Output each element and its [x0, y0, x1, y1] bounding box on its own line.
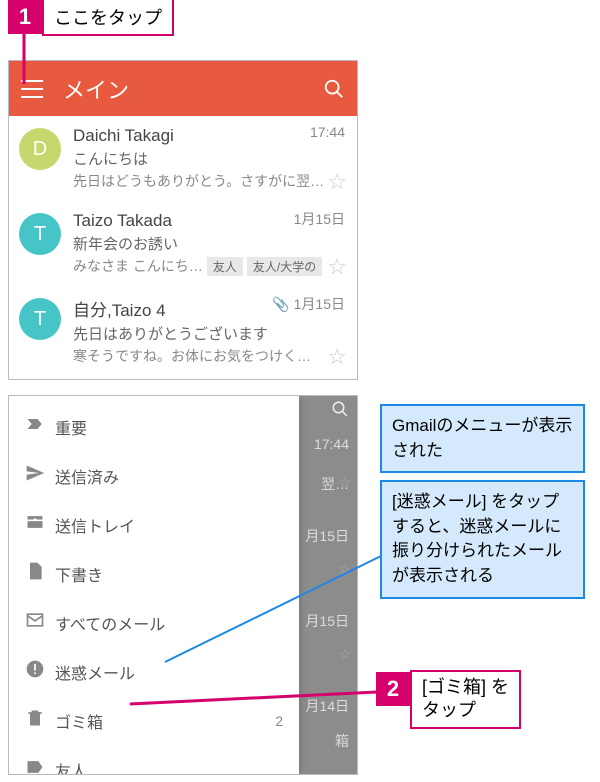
star-icon[interactable]: ☆ — [327, 254, 347, 280]
phone-inbox: メイン D Daichi Takagiこんにちは先日はどうもありがとう。さすがに翌… — [8, 60, 358, 380]
important-icon — [25, 414, 55, 439]
bg-text: 月15日 — [305, 526, 349, 546]
drawer-item-label: 送信トレイ — [55, 513, 283, 537]
email-subject: こんにちは — [73, 148, 345, 169]
attachment-icon: 📎 — [272, 296, 289, 312]
avatar: T — [19, 213, 61, 255]
connector-line-spam — [165, 556, 383, 656]
connector-line-2 — [130, 690, 380, 710]
drafts-icon — [25, 561, 55, 586]
star-icon[interactable]: ☆ — [327, 344, 347, 370]
bg-search-icon — [331, 400, 349, 421]
app-bar-title: メイン — [63, 73, 323, 105]
star-icon: ☆ — [338, 474, 351, 491]
search-icon[interactable] — [323, 78, 345, 100]
outbox-icon — [25, 512, 55, 537]
app-bar: メイン — [9, 61, 357, 116]
email-list: DDaichi Takagiこんにちは先日はどうもありがとう。さすがに翌…17:… — [9, 116, 357, 376]
star-icon[interactable]: ☆ — [327, 169, 347, 195]
label-chip: 友人/大学の — [247, 257, 322, 276]
label-chip: 友人 — [207, 257, 243, 276]
avatar: D — [19, 128, 61, 170]
email-date: 1月15日 — [294, 211, 345, 227]
email-preview: みなさま こんにち…友人友人/大学の — [73, 256, 345, 276]
email-meta: 📎 1月15日 — [272, 294, 345, 314]
email-preview: 寒そうですね。お体にお気をつけく… — [73, 346, 345, 366]
email-body: Daichi Takagiこんにちは先日はどうもありがとう。さすがに翌… — [73, 126, 345, 191]
drawer-item-sent[interactable]: 送信済み — [9, 451, 299, 500]
email-date: 1月15日 — [294, 296, 345, 312]
drawer-item-label: 迷惑メール — [55, 660, 283, 684]
trash-icon — [25, 708, 55, 733]
drawer-item-label: ゴミ箱 — [55, 709, 275, 733]
email-row[interactable]: DDaichi Takagiこんにちは先日はどうもありがとう。さすがに翌…17:… — [9, 116, 357, 201]
email-meta: 17:44 — [310, 124, 345, 140]
email-row[interactable]: T自分,Taizo 4先日はありがとうございます寒そうですね。お体にお気をつけく… — [9, 286, 357, 376]
email-sender: Daichi Takagi — [73, 126, 345, 146]
step-1-callout: ここをタップ — [42, 0, 174, 36]
sent-icon — [25, 463, 55, 488]
info-box-menu-shown: Gmailのメニューが表示された — [380, 404, 585, 473]
info-box-spam: [迷惑メール] をタップすると、迷惑メールに振り分けられたメールが表示される — [380, 480, 585, 599]
email-row[interactable]: TTaizo Takada新年会のお誘いみなさま こんにち…友人友人/大学の1月… — [9, 201, 357, 286]
email-meta: 1月15日 — [294, 209, 345, 229]
drawer-item-important[interactable]: 重要 — [9, 402, 299, 451]
drawer-item-outbox[interactable]: 送信トレイ — [9, 500, 299, 549]
drawer-item-label: 重要 — [55, 415, 283, 439]
email-subject: 先日はありがとうございます — [73, 323, 345, 344]
email-preview: 先日はどうもありがとう。さすがに翌… — [73, 171, 345, 191]
email-date: 17:44 — [310, 124, 345, 140]
drawer-item-label[interactable]: 友人 — [9, 745, 299, 775]
all-icon — [25, 610, 55, 635]
bg-text: 17:44 — [314, 436, 349, 452]
spam-icon — [25, 659, 55, 684]
email-subject: 新年会のお誘い — [73, 233, 345, 254]
connector-line-1 — [20, 34, 30, 84]
step-2-badge: 2 — [376, 672, 410, 706]
step-2-callout: [ゴミ箱] を タップ — [410, 670, 521, 729]
avatar: T — [19, 298, 61, 340]
star-icon: ☆ — [338, 731, 351, 748]
drawer-item-count: 2 — [275, 713, 283, 729]
drawer-item-label: 友人 — [55, 758, 283, 776]
label-icon — [25, 757, 55, 775]
step-1-badge: 1 — [8, 0, 42, 34]
drawer-item-label: 送信済み — [55, 464, 283, 488]
